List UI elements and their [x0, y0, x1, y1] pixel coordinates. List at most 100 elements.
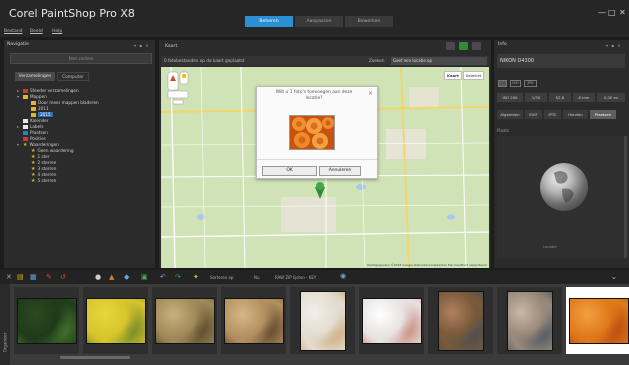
info-tab-herzien[interactable]: Herzien: [563, 110, 588, 119]
thumbnail-leopard-1[interactable]: [154, 297, 215, 344]
thumbnail-cell[interactable]: [566, 287, 629, 354]
thumbnail-leaf[interactable]: [16, 297, 77, 344]
info-tab-algemeen[interactable]: Algemeen: [497, 110, 523, 119]
map-location-search-input[interactable]: Geef een locatie op: [391, 57, 487, 65]
map-type-kaart[interactable]: Kaart: [444, 71, 462, 80]
map-icon[interactable]: ▣: [141, 273, 148, 281]
tree-item[interactable]: 2011: [25, 106, 49, 111]
delete-icon[interactable]: ✎: [46, 273, 52, 281]
person-icon[interactable]: ●: [95, 273, 101, 281]
tab-bewerken[interactable]: Bewerken: [345, 16, 393, 27]
expand-triangle-icon[interactable]: ▸: [17, 124, 21, 129]
collapse-icon[interactable]: ✕: [6, 273, 12, 281]
navigator-search-input[interactable]: Niet zoeken: [10, 53, 152, 64]
minimize-icon[interactable]: —: [598, 8, 606, 17]
tree-item[interactable]: Kalender: [17, 118, 49, 123]
tree-item[interactable]: ★ Geen waardering: [25, 148, 74, 153]
tree-item-label: 2 sterren: [37, 160, 57, 165]
cancel-button[interactable]: Annuleren: [319, 166, 361, 176]
zoom-icon[interactable]: ◉: [340, 272, 346, 280]
thumbnail-cell[interactable]: [290, 287, 355, 354]
tree-item[interactable]: ▸ Labels: [17, 124, 43, 129]
rotate-icon[interactable]: ↺: [60, 273, 66, 281]
thumbnail-leopard-2[interactable]: [223, 297, 284, 344]
tree-item[interactable]: ▾ ★ Waarderingen: [17, 142, 59, 147]
menu-help[interactable]: Help: [52, 29, 62, 34]
tab-computer[interactable]: Computer: [57, 72, 89, 81]
star-icon: ★: [31, 147, 36, 154]
navigator-title: Navigatie: [7, 42, 29, 47]
camera-model: NIKON D4300: [497, 54, 625, 68]
info-tab-exif[interactable]: EXIF: [525, 110, 542, 119]
tree-item-label: Mappen: [30, 94, 47, 99]
thumbnail-cell[interactable]: [14, 287, 79, 354]
sort-label[interactable]: Sorteren op: [210, 275, 233, 280]
tree-item-label: Posities: [30, 136, 46, 141]
location-label: Locatie: [543, 244, 557, 249]
expand-triangle-icon[interactable]: ▸: [17, 88, 21, 93]
folder-icon: [31, 106, 36, 111]
thumbnail-venice-canal-2[interactable]: [506, 290, 553, 351]
tree-item[interactable]: ★ 5 sterren: [25, 178, 56, 183]
organizer-scrollbar[interactable]: [60, 356, 130, 359]
expand-triangle-icon[interactable]: ▾: [17, 142, 21, 147]
tree-item[interactable]: Posities: [17, 136, 46, 141]
details-view-icon[interactable]: ▦: [30, 273, 37, 281]
tab-beheren[interactable]: Beheren: [245, 16, 293, 27]
thumbnail-cell[interactable]: [83, 287, 148, 354]
thumbnail-woman-portrait[interactable]: [299, 290, 346, 351]
dialog-close-icon[interactable]: ×: [368, 90, 373, 97]
menu-bestand[interactable]: Bestand: [4, 29, 22, 34]
maximize-icon[interactable]: □: [608, 8, 616, 17]
menu-beeld[interactable]: Beeld: [30, 29, 43, 34]
map-grid-tool-icon[interactable]: [472, 42, 481, 50]
share-icon[interactable]: ▲: [109, 273, 114, 281]
redo-icon[interactable]: ↷: [175, 273, 181, 281]
tab-verzamelingen[interactable]: Verzamelingen: [15, 72, 55, 81]
tree-item[interactable]: ★ 1 ster: [25, 154, 50, 159]
thumbnail-orange-roses[interactable]: [568, 297, 629, 344]
info-tab-iptc[interactable]: IPTC: [544, 110, 561, 119]
raw-filter[interactable]: RAW ZIP lijsten · KEY: [275, 275, 316, 280]
tree-item-label: Plaatsen: [30, 130, 48, 135]
tree-item[interactable]: ★ 4 sterren: [25, 172, 56, 177]
navigator-panel-controls[interactable]: ▾ ▪ ✕: [134, 43, 150, 48]
close-icon[interactable]: ✕: [619, 8, 626, 17]
thumbnail-baby-hand[interactable]: [361, 297, 422, 344]
thumbnails-view-icon[interactable]: ▤: [17, 273, 24, 281]
grid-view-icon[interactable]: [498, 80, 507, 87]
globe-icon[interactable]: [540, 163, 588, 211]
info-scrollbar[interactable]: [624, 136, 627, 258]
info-tab-plaatsen[interactable]: Plaatsen: [590, 110, 616, 119]
thumbnail-cell[interactable]: [359, 287, 424, 354]
roses-thumbnail: [290, 116, 334, 149]
tree-item[interactable]: ★ 2 sterren: [25, 160, 56, 165]
map-attribution: Kaartgegevens ©2015 Google Gebruiksvoorw…: [367, 263, 487, 267]
expand-triangle-icon[interactable]: ▾: [17, 94, 21, 99]
thumbnail-cell[interactable]: [152, 287, 217, 354]
expand-icon[interactable]: ⌄: [611, 273, 617, 281]
tree-item[interactable]: ▸ Sfeeder verzamelingen: [17, 88, 79, 93]
undo-icon[interactable]: ↶: [160, 273, 166, 281]
exif-shutter: 1/30: [525, 93, 547, 102]
sort-dropdown[interactable]: Nu: [254, 275, 260, 280]
exif-focal-length: 8 mm: [573, 93, 595, 102]
thumbnail-venice-canal-1[interactable]: [437, 290, 484, 351]
info-panel-controls[interactable]: ▾ ▪ ✕: [606, 43, 622, 48]
map-pin-tool-icon[interactable]: [446, 42, 455, 50]
thumbnail-cell[interactable]: [221, 287, 286, 354]
filter-icon[interactable]: ✦: [193, 273, 199, 281]
thumbnail-cell[interactable]: [428, 287, 493, 354]
thumbnail-yellow-flower[interactable]: [85, 297, 146, 344]
tree-item[interactable]: ★ 3 sterren: [25, 166, 56, 171]
ok-button[interactable]: OK: [262, 166, 317, 176]
tab-aanpassen[interactable]: Aanpassen: [295, 16, 343, 27]
tree-item[interactable]: 2015: [25, 112, 53, 117]
tag-icon[interactable]: ◆: [124, 273, 129, 281]
tree-item[interactable]: ▾ Mappen: [17, 94, 47, 99]
tree-item[interactable]: Door meer mappen bladeren: [25, 100, 99, 105]
tree-item[interactable]: Plaatsen: [17, 130, 48, 135]
map-type-satelliet[interactable]: Satelliet: [462, 71, 485, 80]
map-photo-tool-icon[interactable]: [459, 42, 468, 50]
thumbnail-cell[interactable]: [497, 287, 562, 354]
